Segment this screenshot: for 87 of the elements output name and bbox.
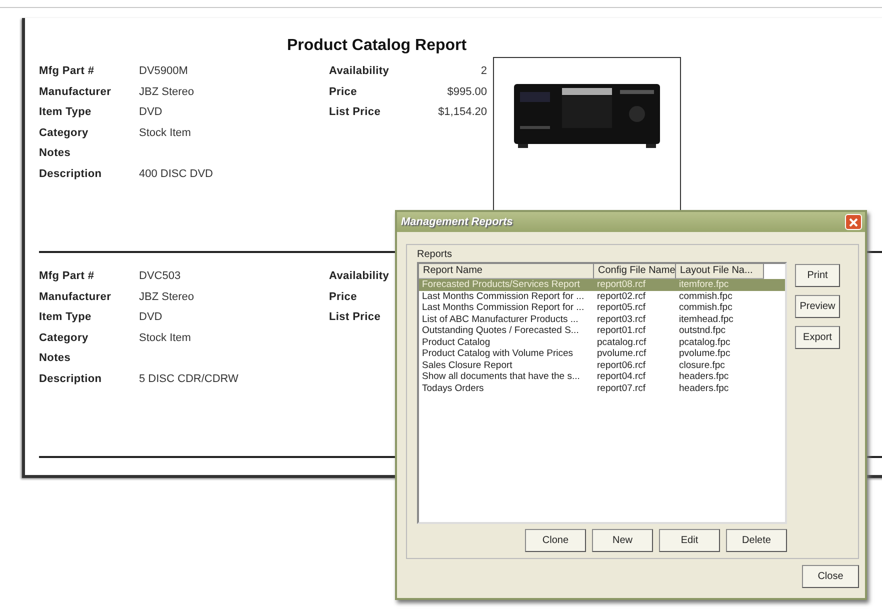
field-value: DVC503 [139,270,182,284]
table-cell-text: report03.rcf [596,314,647,325]
field-value: 5 DISC CDR/CDRW [139,372,240,386]
table-cell-text: report04.rcf [596,371,647,382]
table-cell-text: closure.fpc [678,360,726,371]
table-cell-text: report07.rcf [596,382,647,394]
report-row[interactable]: Last Months Commission Report for ... report05.rcf commish.fpc [419,302,785,314]
field-label: Manufacturer [39,290,112,304]
report-row[interactable]: List of ABC Manufacturer Products ... report03.rcf itemhead.fpc [419,314,785,325]
field-label: Description [39,372,103,386]
field-value: DV5900M [139,65,189,79]
group-label: Reports [417,249,454,260]
report-row[interactable]: Last Months Commission Report for ... report02.rcf commish.fpc [419,290,785,302]
field-label: Availability [329,270,390,284]
table-cell-text: Product Catalog with Volume Prices [421,348,574,360]
field-value: $995.00 [446,86,487,100]
field-label: List Price [329,106,382,120]
table-cell-text: Sales Closure Report [421,360,514,371]
field-label: Category [39,332,90,346]
table-cell-text: Show all documents that have the s... [421,371,581,382]
table-cell-text: itemfore.fpc [678,279,730,290]
side-button[interactable]: Export [795,326,840,349]
column-header[interactable]: Report Name [419,264,594,279]
field-value: DVD [139,311,164,325]
field-label: Price [329,290,358,304]
table-cell-text: List of ABC Manufacturer Products ... [421,314,580,325]
side-button[interactable]: Print [795,264,840,287]
field-label: Item Type [39,106,92,120]
table-cell-text: commish.fpc [678,290,734,302]
field-label: List Price [329,311,382,325]
table-cell-text: pvolume.rcf [596,348,648,360]
table-cell-text: pcatalog.rcf [596,336,648,348]
table-cell-text: report05.rcf [596,302,647,314]
field-label: Notes [39,147,72,161]
field-label: Notes [39,352,72,366]
close-dialog-button[interactable]: Close [802,565,859,588]
action-button[interactable]: Edit [659,529,720,552]
table-cell-text: pvolume.fpc [678,348,732,360]
field-label: Description [39,168,103,182]
table-cell-text: Todays Orders [421,382,485,394]
field-value: 2 [480,65,487,79]
field-value: 400 DISC DVD [139,168,214,182]
report-row[interactable]: Product Catalog pcatalog.rcf pcatalog.fpc [419,336,785,348]
column-header[interactable]: Config File Name [594,264,676,279]
field-value: DVD [139,106,164,120]
field-value: $1,154.20 [437,106,487,120]
field-value: Stock Item [139,332,192,346]
side-button[interactable]: Preview [795,295,840,318]
table-cell-text: Forecasted Products/Services Report [421,279,581,290]
action-button[interactable]: Delete [726,529,787,552]
table-cell-text: report06.rcf [596,360,647,371]
table-cell-text: Product Catalog [421,336,492,348]
close-icon [849,218,858,226]
report-title: Product Catalog Report [286,36,468,56]
table-cell-text: report02.rcf [596,290,647,302]
table-cell-text: Last Months Commission Report for ... [421,290,586,302]
reports-list[interactable] [417,262,787,524]
table-cell-text: outstnd.fpc [678,325,726,336]
report-row[interactable]: Todays Orders report07.rcf headers.fpc [419,382,785,394]
table-cell-text: itemhead.fpc [678,314,734,325]
window-title: Management Reports [401,216,513,228]
report-row[interactable]: Show all documents that have the s... report04.rcf headers.fpc [419,371,785,382]
field-label: Item Type [39,311,92,325]
field-value: Stock Item [139,126,192,140]
report-row[interactable]: Outstanding Quotes / Forecasted S... report01.rcf outstnd.fpc [419,325,785,336]
field-label: Availability [329,65,390,79]
action-button[interactable]: New [592,529,653,552]
column-header[interactable]: Layout File Na... [676,264,764,279]
table-cell-text: pcatalog.fpc [678,336,732,348]
field-value: JBZ Stereo [139,86,196,100]
field-label: Price [329,86,358,100]
table-cell-text: headers.fpc [678,382,730,394]
table-cell-text: report08.rcf [596,279,647,290]
close-button[interactable] [845,214,862,230]
table-cell-text: headers.fpc [678,371,730,382]
table-cell-text: Outstanding Quotes / Forecasted S... [421,325,580,336]
action-button[interactable]: Clone [525,529,586,552]
field-value: JBZ Stereo [139,290,196,304]
field-label: Mfg Part # [39,270,96,284]
report-row[interactable]: Product Catalog with Volume Prices pvolume.rcf pvolume.fpc [419,348,785,360]
table-cell-text: Last Months Commission Report for ... [421,302,586,314]
table-cell-text: report01.rcf [596,325,647,336]
report-row[interactable]: Sales Closure Report report06.rcf closure.fpc [419,360,785,371]
field-label: Mfg Part # [39,65,96,79]
table-cell-text: commish.fpc [678,302,734,314]
field-label: Category [39,126,90,140]
field-label: Manufacturer [39,86,112,100]
